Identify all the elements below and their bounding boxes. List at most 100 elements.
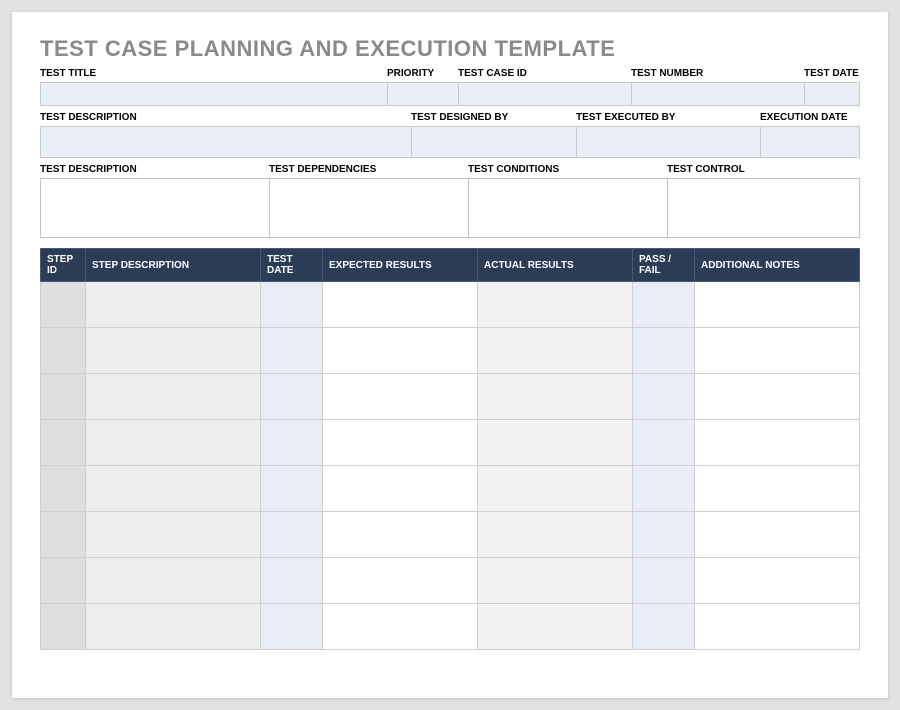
table-cell[interactable] bbox=[695, 328, 860, 374]
conditions-input[interactable] bbox=[468, 178, 668, 238]
test-date-input[interactable] bbox=[804, 82, 860, 106]
test-title-label: TEST TITLE bbox=[40, 66, 388, 82]
col-actual-results: ACTUAL RESULTS bbox=[478, 249, 633, 282]
table-row bbox=[41, 328, 860, 374]
col-step-id: STEP ID bbox=[41, 249, 86, 282]
table-cell[interactable] bbox=[695, 512, 860, 558]
table-row bbox=[41, 282, 860, 328]
dependencies-label: TEST DEPENDENCIES bbox=[269, 162, 469, 178]
test-number-input[interactable] bbox=[631, 82, 805, 106]
execution-date-input[interactable] bbox=[760, 126, 860, 158]
test-title-input[interactable] bbox=[40, 82, 388, 106]
test-description-label: TEST DESCRIPTION bbox=[40, 110, 412, 126]
table-cell[interactable] bbox=[41, 282, 86, 328]
table-cell[interactable] bbox=[41, 374, 86, 420]
table-cell[interactable] bbox=[86, 374, 261, 420]
meta-row-2: TEST DESCRIPTION TEST DESIGNED BY TEST E… bbox=[40, 110, 860, 158]
test-description2-input[interactable] bbox=[40, 178, 270, 238]
table-cell[interactable] bbox=[695, 604, 860, 650]
table-cell[interactable] bbox=[261, 512, 323, 558]
table-cell[interactable] bbox=[323, 328, 478, 374]
table-row bbox=[41, 374, 860, 420]
table-cell[interactable] bbox=[323, 282, 478, 328]
table-cell[interactable] bbox=[478, 374, 633, 420]
table-cell[interactable] bbox=[323, 604, 478, 650]
table-cell[interactable] bbox=[478, 466, 633, 512]
table-cell[interactable] bbox=[86, 512, 261, 558]
table-cell[interactable] bbox=[323, 374, 478, 420]
table-cell[interactable] bbox=[478, 512, 633, 558]
meta-row-3: TEST DESCRIPTION TEST DEPENDENCIES TEST … bbox=[40, 162, 860, 238]
designed-by-input[interactable] bbox=[411, 126, 577, 158]
executed-by-label: TEST EXECUTED BY bbox=[576, 110, 761, 126]
table-cell[interactable] bbox=[323, 512, 478, 558]
steps-body bbox=[41, 282, 860, 650]
table-cell[interactable] bbox=[41, 604, 86, 650]
conditions-label: TEST CONDITIONS bbox=[468, 162, 668, 178]
control-label: TEST CONTROL bbox=[667, 162, 860, 178]
table-cell[interactable] bbox=[695, 374, 860, 420]
table-cell[interactable] bbox=[478, 328, 633, 374]
page-title: TEST CASE PLANNING AND EXECUTION TEMPLAT… bbox=[40, 36, 860, 62]
execution-date-label: EXECUTION DATE bbox=[760, 110, 860, 126]
test-description2-label: TEST DESCRIPTION bbox=[40, 162, 270, 178]
table-row bbox=[41, 466, 860, 512]
table-cell[interactable] bbox=[41, 558, 86, 604]
table-cell[interactable] bbox=[633, 512, 695, 558]
steps-header-row: STEP ID STEP DESCRIPTION TEST DATE EXPEC… bbox=[41, 249, 860, 282]
test-date-label: TEST DATE bbox=[804, 66, 860, 82]
table-cell[interactable] bbox=[695, 466, 860, 512]
dependencies-input[interactable] bbox=[269, 178, 469, 238]
table-cell[interactable] bbox=[261, 282, 323, 328]
test-number-label: TEST NUMBER bbox=[631, 66, 805, 82]
table-cell[interactable] bbox=[633, 282, 695, 328]
table-cell[interactable] bbox=[41, 420, 86, 466]
table-cell[interactable] bbox=[478, 420, 633, 466]
table-cell[interactable] bbox=[323, 466, 478, 512]
table-cell[interactable] bbox=[633, 374, 695, 420]
table-cell[interactable] bbox=[633, 558, 695, 604]
control-input[interactable] bbox=[667, 178, 860, 238]
case-id-label: TEST CASE ID bbox=[458, 66, 632, 82]
steps-table: STEP ID STEP DESCRIPTION TEST DATE EXPEC… bbox=[40, 248, 860, 650]
table-cell[interactable] bbox=[323, 420, 478, 466]
table-cell[interactable] bbox=[478, 604, 633, 650]
table-cell[interactable] bbox=[633, 420, 695, 466]
table-cell[interactable] bbox=[695, 558, 860, 604]
table-cell[interactable] bbox=[86, 282, 261, 328]
table-cell[interactable] bbox=[86, 558, 261, 604]
table-cell[interactable] bbox=[86, 604, 261, 650]
test-description-input[interactable] bbox=[40, 126, 412, 158]
table-cell[interactable] bbox=[478, 558, 633, 604]
priority-input[interactable] bbox=[387, 82, 459, 106]
col-test-date: TEST DATE bbox=[261, 249, 323, 282]
table-cell[interactable] bbox=[261, 328, 323, 374]
priority-label: PRIORITY bbox=[387, 66, 459, 82]
table-cell[interactable] bbox=[41, 466, 86, 512]
col-step-description: STEP DESCRIPTION bbox=[86, 249, 261, 282]
case-id-input[interactable] bbox=[458, 82, 632, 106]
table-cell[interactable] bbox=[261, 604, 323, 650]
table-cell[interactable] bbox=[41, 328, 86, 374]
table-cell[interactable] bbox=[86, 328, 261, 374]
table-cell[interactable] bbox=[261, 466, 323, 512]
table-cell[interactable] bbox=[478, 282, 633, 328]
col-expected-results: EXPECTED RESULTS bbox=[323, 249, 478, 282]
table-cell[interactable] bbox=[41, 512, 86, 558]
table-row bbox=[41, 512, 860, 558]
table-cell[interactable] bbox=[633, 328, 695, 374]
meta-row-1: TEST TITLE PRIORITY TEST CASE ID TEST NU… bbox=[40, 66, 860, 106]
table-cell[interactable] bbox=[86, 420, 261, 466]
table-cell[interactable] bbox=[261, 374, 323, 420]
table-cell[interactable] bbox=[86, 466, 261, 512]
table-cell[interactable] bbox=[633, 466, 695, 512]
template-page: TEST CASE PLANNING AND EXECUTION TEMPLAT… bbox=[12, 12, 888, 698]
table-cell[interactable] bbox=[261, 420, 323, 466]
table-cell[interactable] bbox=[323, 558, 478, 604]
table-cell[interactable] bbox=[633, 604, 695, 650]
table-cell[interactable] bbox=[695, 282, 860, 328]
table-row bbox=[41, 604, 860, 650]
executed-by-input[interactable] bbox=[576, 126, 761, 158]
table-cell[interactable] bbox=[261, 558, 323, 604]
table-cell[interactable] bbox=[695, 420, 860, 466]
